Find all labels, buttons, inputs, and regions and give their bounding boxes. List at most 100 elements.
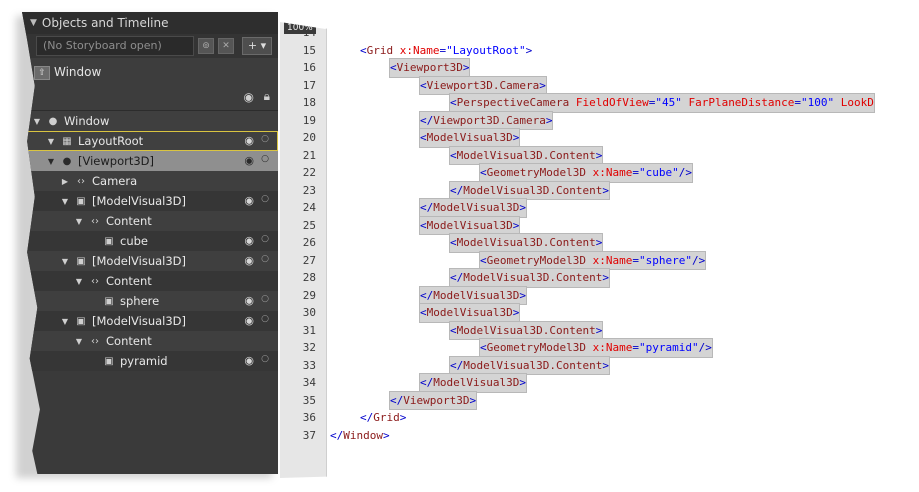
- lock-toggle-icon[interactable]: ○: [261, 354, 269, 364]
- code-token: <: [390, 61, 397, 74]
- node-type-icon: ▦: [62, 135, 72, 147]
- collapse-arrow-icon[interactable]: ▼: [74, 277, 84, 286]
- collapse-arrow-icon[interactable]: ▼: [74, 337, 84, 346]
- scope-up-icon[interactable]: ⇧: [34, 66, 50, 80]
- tree-node[interactable]: ▼ ▣ [ModelVisual3D] ◉ ○: [22, 311, 278, 331]
- storyboard-options-icon[interactable]: ⊚: [198, 38, 214, 54]
- selected-code: <GeometryModel3D x:Name="cube"/>: [479, 163, 693, 183]
- panel-header[interactable]: ▼ Objects and Timeline: [22, 12, 278, 34]
- tree-node[interactable]: ▼ ‹› Content: [22, 271, 278, 291]
- lock-toggle-icon[interactable]: ○: [261, 314, 269, 324]
- visibility-eye-icon[interactable]: ◉: [244, 154, 254, 167]
- code-line[interactable]: </ModelVisual3D>: [280, 198, 919, 218]
- code-token: PerspectiveCamera: [456, 96, 576, 109]
- code-token: "cube": [638, 166, 679, 179]
- visibility-eye-icon[interactable]: ◉: [244, 354, 254, 367]
- code-line[interactable]: </Window>: [280, 427, 919, 445]
- collapse-arrow-icon[interactable]: ▼: [46, 157, 56, 166]
- code-line[interactable]: <Grid x:Name="LayoutRoot">: [280, 42, 919, 60]
- lock-toggle-icon[interactable]: ○: [261, 234, 269, 244]
- tree-node[interactable]: ▼ ● Window: [22, 111, 278, 131]
- code-token: </: [450, 183, 464, 197]
- code-token: ModelVisual3D: [433, 201, 520, 214]
- lock-toggle-icon[interactable]: ○: [261, 294, 269, 304]
- code-line[interactable]: </Viewport3D>: [280, 390, 919, 410]
- code-line[interactable]: <GeometryModel3D x:Name="sphere"/>: [280, 250, 919, 270]
- visibility-eye-icon[interactable]: ◉: [244, 234, 254, 247]
- storyboard-picker[interactable]: (No Storyboard open): [36, 36, 194, 56]
- selected-code: </ModelVisual3D.Content>: [449, 355, 610, 375]
- code-token: "45": [655, 96, 689, 109]
- code-token: ModelVisual3D: [426, 306, 513, 319]
- eye-icon[interactable]: ◉: [244, 90, 254, 104]
- code-line[interactable]: </ModelVisual3D.Content>: [280, 268, 919, 288]
- collapse-arrow-icon[interactable]: ▼: [46, 137, 56, 146]
- selected-code: <Viewport3D.Camera>: [419, 75, 547, 95]
- code-line[interactable]: </ModelVisual3D>: [280, 285, 919, 305]
- code-line[interactable]: <PerspectiveCamera FieldOfView="45" FarP…: [280, 93, 919, 113]
- lock-icon[interactable]: 🔒︎: [264, 89, 270, 104]
- code-line[interactable]: <ModelVisual3D.Content>: [280, 145, 919, 165]
- visibility-eye-icon[interactable]: ◉: [244, 314, 254, 327]
- lock-toggle-icon[interactable]: ○: [261, 194, 269, 204]
- tree-node[interactable]: ▼ ▦ LayoutRoot ◉ ○: [22, 131, 278, 151]
- collapse-arrow-icon[interactable]: ▼: [60, 317, 70, 326]
- code-token: FarPlaneDistance: [688, 96, 795, 109]
- code-line[interactable]: [280, 24, 919, 42]
- scope-row: ⇧ Window ◉ 🔒︎: [22, 58, 278, 111]
- code-line[interactable]: </ModelVisual3D>: [280, 373, 919, 393]
- code-line[interactable]: <ModelVisual3D.Content>: [280, 233, 919, 253]
- code-token: ModelVisual3D.Content: [456, 148, 596, 162]
- code-token: </: [420, 376, 434, 389]
- new-storyboard-button[interactable]: + ▾: [242, 37, 272, 55]
- screenshot-stage: ▼ Objects and Timeline (No Storyboard op…: [0, 0, 919, 492]
- code-line[interactable]: <Viewport3D>: [280, 58, 919, 78]
- code-line[interactable]: <ModelVisual3D>: [280, 128, 919, 148]
- tree-node[interactable]: ▶ ‹› Camera: [22, 171, 278, 191]
- visibility-eye-icon[interactable]: ◉: [244, 254, 254, 267]
- collapse-arrow-icon[interactable]: ▼: [74, 217, 84, 226]
- tree-node[interactable]: ▣ sphere ◉ ○: [22, 291, 278, 311]
- tree-node-label: cube: [120, 234, 148, 248]
- code-token: >: [525, 43, 533, 57]
- xaml-editor[interactable]: 1415161718192021222324252627282930313233…: [280, 22, 919, 478]
- code-token: </: [420, 201, 434, 214]
- visibility-eye-icon[interactable]: ◉: [244, 194, 254, 207]
- code-line[interactable]: </ModelVisual3D.Content>: [280, 180, 919, 200]
- code-line[interactable]: </ModelVisual3D.Content>: [280, 355, 919, 375]
- object-tree: ▼ ● Window ▼ ▦ LayoutRoot ◉ ○ ▼ ● [Viewport3D] ◉ ○ ▶ ‹…: [22, 111, 278, 371]
- code-line[interactable]: <ModelVisual3D.Content>: [280, 320, 919, 340]
- node-type-icon: ‹›: [77, 175, 85, 187]
- tree-node[interactable]: ▣ pyramid ◉ ○: [22, 351, 278, 371]
- code-line[interactable]: <ModelVisual3D>: [280, 303, 919, 323]
- tree-node[interactable]: ▼ ▣ [ModelVisual3D] ◉ ○: [22, 251, 278, 271]
- collapse-arrow-icon[interactable]: ▼: [60, 257, 70, 266]
- code-token: <: [420, 78, 427, 92]
- tree-node[interactable]: ▼ ‹› Content: [22, 211, 278, 231]
- tree-node-label: Content: [106, 334, 152, 348]
- collapse-arrow-icon[interactable]: ▼: [60, 197, 70, 206]
- code-line[interactable]: </Viewport3D.Camera>: [280, 110, 919, 130]
- visibility-eye-icon[interactable]: ◉: [244, 294, 254, 307]
- collapse-caret-icon[interactable]: ▼: [30, 12, 37, 34]
- collapse-arrow-icon[interactable]: ▼: [32, 117, 42, 126]
- tree-node[interactable]: ▣ cube ◉ ○: [22, 231, 278, 251]
- code-token: ModelVisual3D: [433, 288, 520, 302]
- code-token: <: [450, 96, 457, 109]
- close-storyboard-icon[interactable]: ✕: [218, 38, 234, 54]
- lock-toggle-icon[interactable]: ○: [261, 134, 269, 144]
- code-line[interactable]: <GeometryModel3D x:Name="pyramid"/>: [280, 338, 919, 358]
- code-line[interactable]: <GeometryModel3D x:Name="cube"/>: [280, 163, 919, 183]
- lock-toggle-icon[interactable]: ○: [261, 154, 269, 164]
- code-token: />: [691, 253, 706, 267]
- code-line[interactable]: <ModelVisual3D>: [280, 215, 919, 235]
- code-line[interactable]: </Grid>: [280, 409, 919, 427]
- tree-node-label: [ModelVisual3D]: [92, 254, 187, 268]
- expand-arrow-icon[interactable]: ▶: [60, 177, 70, 186]
- lock-toggle-icon[interactable]: ○: [261, 254, 269, 264]
- code-line[interactable]: <Viewport3D.Camera>: [280, 75, 919, 95]
- tree-node[interactable]: ▼ ● [Viewport3D] ◉ ○: [22, 151, 278, 171]
- tree-node[interactable]: ▼ ‹› Content: [22, 331, 278, 351]
- visibility-eye-icon[interactable]: ◉: [244, 134, 254, 147]
- tree-node[interactable]: ▼ ▣ [ModelVisual3D] ◉ ○: [22, 191, 278, 211]
